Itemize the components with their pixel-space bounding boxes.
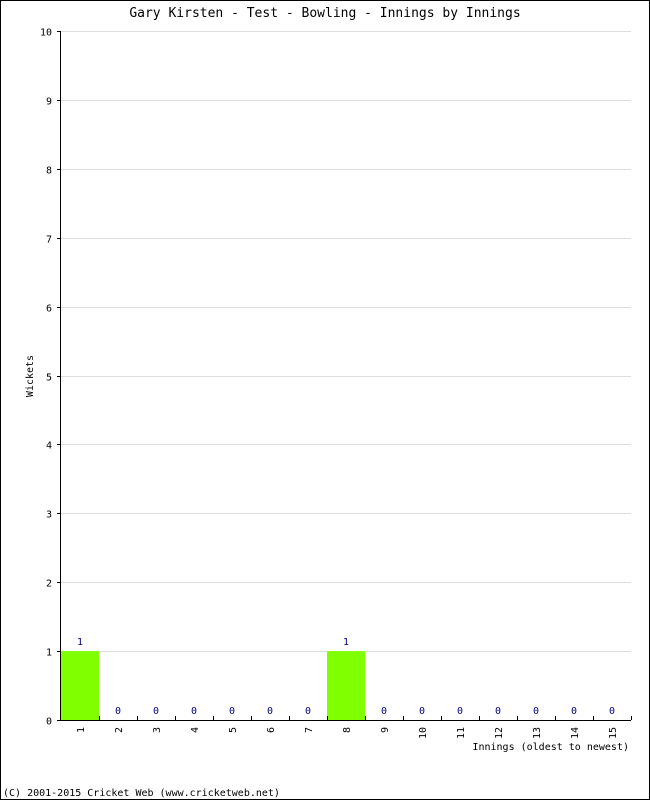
y-tick-label-4: 4 bbox=[46, 441, 52, 452]
y-tick-label-6: 6 bbox=[46, 304, 52, 315]
bar-8 bbox=[327, 651, 365, 720]
x-tick-label-3: 3 bbox=[152, 727, 163, 733]
x-tick-label-7: 7 bbox=[304, 727, 315, 733]
x-tick-label-10: 10 bbox=[418, 727, 429, 739]
y-tick-label-1: 1 bbox=[46, 648, 52, 659]
bar-chart: Gary Kirsten - Test - Bowling - Innings … bbox=[3, 6, 632, 799]
x-tick-label-12: 12 bbox=[494, 727, 505, 739]
data-label-4: 0 bbox=[191, 706, 197, 717]
copyright-footer: (C) 2001-2015 Cricket Web (www.cricketwe… bbox=[3, 788, 280, 799]
x-tick-label-2: 2 bbox=[114, 727, 125, 733]
axes bbox=[57, 31, 632, 721]
x-tick-label-15: 15 bbox=[608, 727, 619, 739]
x-tick-label-1: 1 bbox=[76, 727, 87, 733]
x-tick-label-4: 4 bbox=[190, 727, 201, 733]
bars bbox=[61, 651, 365, 720]
data-label-8: 1 bbox=[343, 637, 349, 648]
y-tick-label-5: 5 bbox=[46, 373, 52, 384]
y-tick-labels: 0 1 2 3 4 5 6 7 8 9 10 bbox=[40, 28, 52, 728]
x-tick-label-8: 8 bbox=[342, 727, 353, 733]
data-label-12: 0 bbox=[495, 706, 501, 717]
x-tick-label-14: 14 bbox=[570, 727, 581, 739]
y-tick-label-0: 0 bbox=[46, 717, 52, 728]
data-label-7: 0 bbox=[305, 706, 311, 717]
y-tick-label-10: 10 bbox=[40, 28, 52, 39]
x-tick-label-9: 9 bbox=[380, 727, 391, 733]
x-tick-label-13: 13 bbox=[532, 727, 543, 739]
data-label-5: 0 bbox=[229, 706, 235, 717]
data-label-15: 0 bbox=[609, 706, 615, 717]
y-tick-label-2: 2 bbox=[46, 579, 52, 590]
y-tick-label-3: 3 bbox=[46, 510, 52, 521]
x-tick-label-5: 5 bbox=[228, 727, 239, 733]
x-tick-label-11: 11 bbox=[456, 727, 467, 739]
data-label-2: 0 bbox=[115, 706, 121, 717]
y-axis-label: Wickets bbox=[25, 355, 36, 397]
data-label-11: 0 bbox=[457, 706, 463, 717]
y-tick-label-9: 9 bbox=[46, 97, 52, 108]
data-label-1: 1 bbox=[77, 637, 83, 648]
data-label-6: 0 bbox=[267, 706, 273, 717]
data-label-14: 0 bbox=[571, 706, 577, 717]
x-tick-labels: 1 2 3 4 5 6 7 8 9 10 11 12 13 14 15 bbox=[76, 727, 619, 739]
gridlines bbox=[61, 31, 631, 652]
x-axis-label: Innings (oldest to newest) bbox=[472, 742, 629, 753]
x-tick-label-6: 6 bbox=[266, 727, 277, 733]
data-label-3: 0 bbox=[153, 706, 159, 717]
data-label-9: 0 bbox=[381, 706, 387, 717]
y-tick-label-7: 7 bbox=[46, 235, 52, 246]
chart-title: Gary Kirsten - Test - Bowling - Innings … bbox=[129, 6, 520, 21]
data-label-13: 0 bbox=[533, 706, 539, 717]
y-tick-label-8: 8 bbox=[46, 166, 52, 177]
bar-1 bbox=[61, 651, 99, 720]
data-label-10: 0 bbox=[419, 706, 425, 717]
